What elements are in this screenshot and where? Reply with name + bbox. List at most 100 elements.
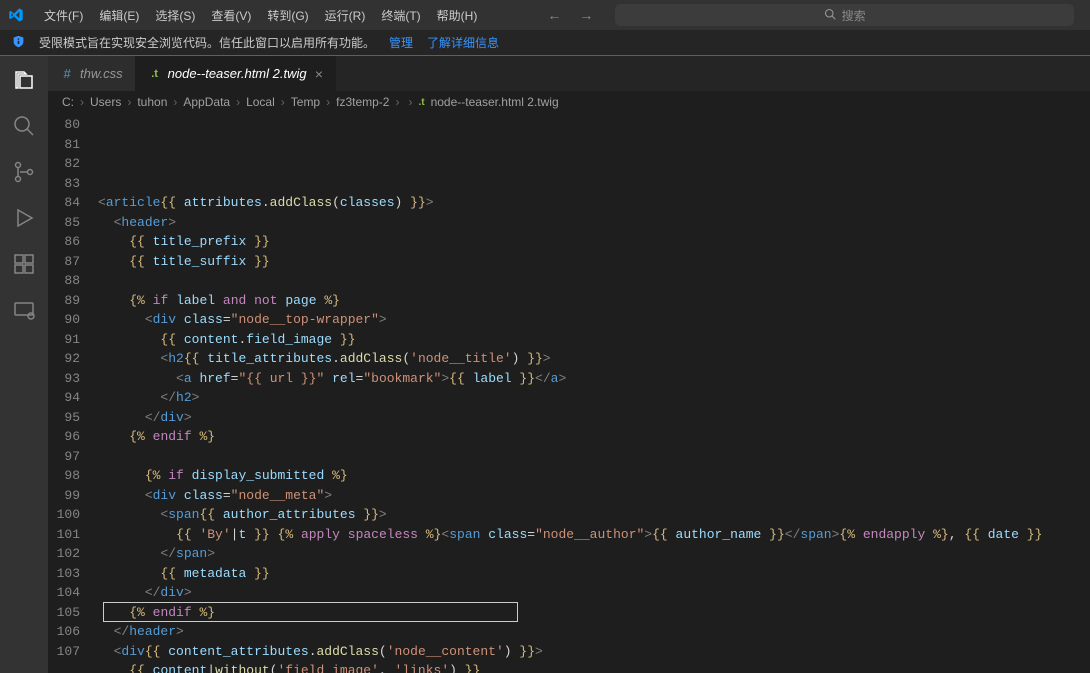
chevron-right-icon: › [127,95,131,109]
breadcrumb-segment[interactable]: tuhon [137,95,167,109]
code-line[interactable]: {{ title_prefix }} [98,232,1090,252]
line-number: 101 [48,525,80,545]
editor-tabs: #thw.css .t node--teaser.html 2.twig × [48,56,1090,91]
code-line[interactable]: <span{{ author_attributes }}> [98,505,1090,525]
chevron-right-icon: › [236,95,240,109]
search-icon [824,8,836,23]
explorer-icon[interactable] [10,66,38,94]
line-number: 103 [48,564,80,584]
editor-tab[interactable]: .t node--teaser.html 2.twig × [136,56,336,91]
line-number: 80 [48,115,80,135]
code-line[interactable]: <h2{{ title_attributes.addClass('node__t… [98,349,1090,369]
breadcrumb-segment[interactable]: fz3temp-2 [336,95,389,109]
nav-back-icon[interactable]: ← [547,7,561,23]
line-number: 102 [48,544,80,564]
code-line[interactable]: {{ content.field_image }} [98,330,1090,350]
code-line[interactable] [98,447,1090,467]
line-number: 83 [48,174,80,194]
search-activity-icon[interactable] [10,112,38,140]
line-number: 104 [48,583,80,603]
line-number: 95 [48,408,80,428]
breadcrumb-segment[interactable]: AppData [183,95,230,109]
code-line[interactable]: </div> [98,408,1090,428]
line-number: 98 [48,466,80,486]
restricted-mode-banner: 受限模式旨在实现安全浏览代码。信任此窗口以启用所有功能。 管理 了解详细信息 [0,30,1090,56]
line-number: 94 [48,388,80,408]
line-number: 89 [48,291,80,311]
tab-label: node--teaser.html 2.twig [168,66,307,81]
breadcrumb[interactable]: C: › Users › tuhon › AppData › Local › Temp › fz3tem… [48,91,1090,113]
menu-container: 文件(F)编辑(E)选择(S)查看(V)转到(G)运行(R)终端(T)帮助(H) [36,3,485,28]
line-number: 107 [48,642,80,662]
code-editor[interactable]: 8081828384858687888990919293949596979899… [48,113,1090,673]
source-control-icon[interactable] [10,158,38,186]
activity-bar [0,56,48,673]
line-number: 106 [48,622,80,642]
breadcrumb-segment[interactable]: Local [246,95,275,109]
code-line[interactable]: {% if display_submitted %} [98,466,1090,486]
command-center-search[interactable]: 搜索 [615,4,1074,26]
menu-item[interactable]: 查看(V) [203,3,259,28]
line-number: 97 [48,447,80,467]
css-file-icon: # [60,66,74,81]
code-line[interactable]: </div> [98,583,1090,603]
menu-item[interactable]: 运行(R) [317,3,374,28]
extensions-icon[interactable] [10,250,38,278]
code-line[interactable]: {{ metadata }} [98,564,1090,584]
code-line[interactable]: {{ content|without('field_image', 'links… [98,661,1090,673]
chevron-right-icon: › [281,95,285,109]
menu-item[interactable]: 转到(G) [259,3,316,28]
nav-forward-icon[interactable]: → [579,7,593,23]
line-number: 86 [48,232,80,252]
remote-icon[interactable] [10,296,38,324]
code-line[interactable]: <header> [98,213,1090,233]
chevron-right-icon: › [395,95,399,109]
breadcrumb-file[interactable]: node--teaser.html 2.twig [431,95,559,109]
line-gutter: 8081828384858687888990919293949596979899… [48,113,98,673]
breadcrumb-segment[interactable]: Users [90,95,121,109]
code-line[interactable]: </header> [98,622,1090,642]
line-number: 81 [48,135,80,155]
code-line[interactable] [98,174,1090,194]
code-content[interactable]: <article{{ attributes.addClass(classes) … [98,113,1090,673]
code-line[interactable]: <a href="{{ url }}" rel="bookmark">{{ la… [98,369,1090,389]
menu-item[interactable]: 文件(F) [36,3,91,28]
code-line[interactable]: </span> [98,544,1090,564]
breadcrumb-segment[interactable]: Temp [291,95,320,109]
code-line[interactable] [98,271,1090,291]
code-line[interactable]: <div class="node__meta"> [98,486,1090,506]
line-number: 88 [48,271,80,291]
chevron-right-icon: › [173,95,177,109]
banner-learn-link[interactable]: 了解详细信息 [427,34,499,51]
run-debug-icon[interactable] [10,204,38,232]
line-number: 93 [48,369,80,389]
code-line[interactable]: {% if label and not page %} [98,291,1090,311]
line-number: 96 [48,427,80,447]
breadcrumb-segment[interactable]: C: [62,95,74,109]
close-icon[interactable]: × [315,66,323,82]
code-line[interactable]: {% endif %} [98,603,1090,623]
menu-item[interactable]: 帮助(H) [429,3,486,28]
code-line[interactable]: {{ 'By'|t }} {% apply spaceless %}<span … [98,525,1090,545]
menu-item[interactable]: 编辑(E) [91,3,147,28]
code-line[interactable]: <div{{ content_attributes.addClass('node… [98,642,1090,662]
editor-tab[interactable]: #thw.css [48,56,136,91]
banner-manage-link[interactable]: 管理 [389,34,413,51]
code-line[interactable]: <article{{ attributes.addClass(classes) … [98,193,1090,213]
code-line[interactable]: </h2> [98,388,1090,408]
shield-icon [12,35,25,51]
line-number: 84 [48,193,80,213]
line-number: 99 [48,486,80,506]
code-line[interactable]: <div class="node__top-wrapper"> [98,310,1090,330]
code-line[interactable]: {{ title_suffix }} [98,252,1090,272]
vscode-logo-icon [8,7,24,23]
line-number: 82 [48,154,80,174]
chevron-right-icon: › [326,95,330,109]
code-line[interactable]: {% endif %} [98,427,1090,447]
banner-text: 受限模式旨在实现安全浏览代码。信任此窗口以启用所有功能。 [39,34,375,51]
menu-item[interactable]: 终端(T) [373,3,428,28]
line-number: 92 [48,349,80,369]
menu-item[interactable]: 选择(S) [147,3,203,28]
twig-file-icon: .t [148,68,162,80]
line-number: 91 [48,330,80,350]
